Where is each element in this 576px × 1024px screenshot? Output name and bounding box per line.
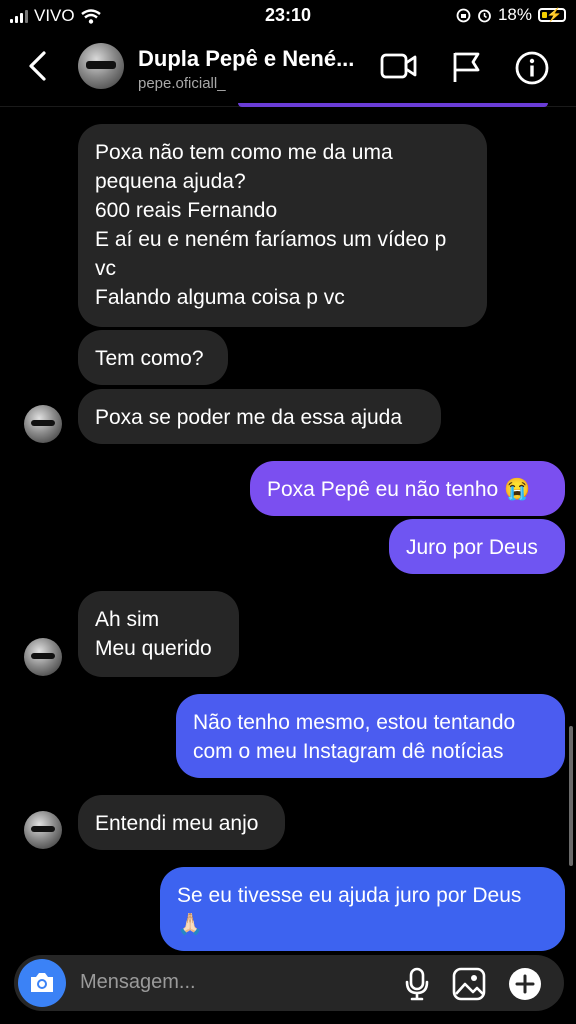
message-bubble-incoming[interactable]: Tem como?: [78, 330, 228, 385]
video-call-icon[interactable]: [380, 50, 418, 82]
chat-username[interactable]: pepe.oficiall_: [138, 75, 226, 92]
chat-title[interactable]: Dupla Pepê e Nené...: [138, 46, 354, 72]
battery-percent: 18%: [497, 5, 532, 24]
previous-message-edge: [238, 103, 548, 107]
message-bubble-incoming[interactable]: Entendi meu anjo: [78, 795, 285, 850]
battery-icon: ⚡: [538, 7, 566, 22]
chat-header: Dupla Pepê e Nené... pepe.oficiall_: [0, 30, 576, 107]
message-input[interactable]: Mensagem...: [80, 971, 196, 994]
report-flag-icon[interactable]: [450, 50, 482, 84]
sender-avatar[interactable]: [24, 405, 62, 443]
message-bubble-incoming[interactable]: Poxa se poder me da essa ajuda: [78, 389, 441, 444]
message-bubble-outgoing[interactable]: Se eu tivesse eu ajuda juro por Deus 🙏🏻: [160, 867, 565, 951]
add-plus-icon[interactable]: [508, 967, 542, 1001]
camera-icon: [31, 973, 53, 992]
info-icon[interactable]: [514, 50, 550, 86]
sender-avatar[interactable]: [24, 638, 62, 676]
message-bubble-outgoing[interactable]: Não tenho mesmo, estou tentando com o me…: [176, 694, 565, 778]
back-chevron-icon[interactable]: [24, 46, 52, 86]
message-bubble-outgoing[interactable]: Poxa Pepê eu não tenho 😭: [250, 461, 565, 516]
orientation-lock-icon: [456, 8, 471, 22]
camera-button[interactable]: [18, 959, 66, 1007]
message-bubble-outgoing[interactable]: Juro por Deus: [389, 519, 565, 574]
sender-avatar[interactable]: [24, 811, 62, 849]
scrollbar[interactable]: [569, 726, 573, 866]
status-bar: VIVO 23:10 18% ⚡: [0, 0, 576, 30]
message-bubble-incoming[interactable]: Poxa não tem como me da uma pequena ajud…: [78, 124, 487, 327]
message-bubble-incoming[interactable]: Ah sim Meu querido: [78, 591, 239, 677]
message-composer: Mensagem...: [14, 955, 564, 1011]
gallery-icon[interactable]: [452, 967, 486, 1001]
alarm-icon: [478, 9, 491, 22]
microphone-icon[interactable]: [402, 967, 432, 1001]
contact-avatar[interactable]: [78, 43, 124, 89]
